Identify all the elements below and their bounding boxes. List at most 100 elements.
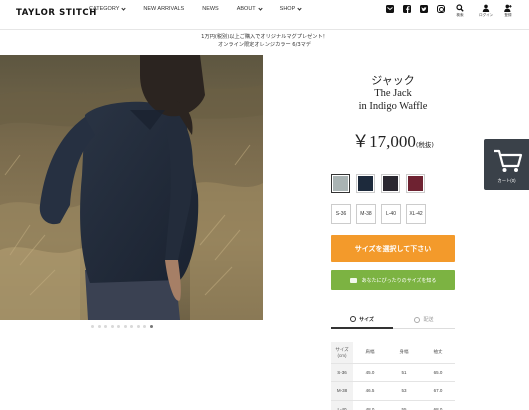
table-cell: 53 xyxy=(387,381,421,401)
site-logo[interactable]: TAYLOR STITCH xyxy=(16,8,97,18)
search-button[interactable]: 検索 xyxy=(456,4,464,18)
carousel-dot[interactable] xyxy=(97,325,101,328)
ruler-icon xyxy=(349,277,357,283)
color-swatch[interactable] xyxy=(406,174,425,193)
promo-line-1: 1万円(税別)以上ご購入でオリジナルマグプレゼント！ xyxy=(201,34,328,40)
chevron-down-icon xyxy=(297,5,302,11)
carousel-dot[interactable] xyxy=(136,325,140,328)
size-option-l40[interactable]: L-40 xyxy=(381,204,401,224)
carousel-dot[interactable] xyxy=(123,325,127,328)
find-my-size-button[interactable]: あなたにぴったりのサイズを知る xyxy=(331,270,455,290)
color-swatch[interactable] xyxy=(356,174,375,193)
table-cell: L-40 xyxy=(331,400,353,410)
nav-news[interactable]: NEWS xyxy=(202,6,219,12)
ruler-icon xyxy=(350,316,357,322)
tab-size-label: サイズ xyxy=(359,316,374,323)
table-row: S-36 45.0 51 65.0 xyxy=(331,363,455,382)
nav-category-label: CATEGORY xyxy=(89,6,120,12)
main-nav: CATEGORY NEW ARRIVALS NEWS ABOUT SHOP xyxy=(89,0,319,18)
search-icon xyxy=(456,4,464,12)
color-swatch[interactable] xyxy=(381,174,400,193)
size-option-s36[interactable]: S-36 xyxy=(331,204,351,224)
swatch-shirt-image xyxy=(358,176,373,191)
size-chart-table: サイズ (cm) 肩幅 身幅 袖丈 S-36 45.0 51 65.0 M-38… xyxy=(331,342,455,410)
product-title-en-line-1: The Jack xyxy=(374,88,412,99)
nav-category[interactable]: CATEGORY xyxy=(89,5,126,12)
image-carousel-dots xyxy=(91,325,156,328)
table-row: L-40 48.0 55 68.0 xyxy=(331,400,455,410)
table-cell: 55 xyxy=(387,400,421,410)
tab-size[interactable]: サイズ xyxy=(331,311,393,329)
price-tax-note: (税抜) xyxy=(415,141,434,149)
table-row: M-38 46.5 53 67.0 xyxy=(331,381,455,401)
size-chart-header: サイズ (cm) xyxy=(331,342,353,364)
color-swatches xyxy=(331,174,431,193)
carousel-dot[interactable] xyxy=(104,325,107,328)
size-selector: S-36 M-38 L-40 XL-42 xyxy=(331,204,431,224)
size-option-m38[interactable]: M-38 xyxy=(356,204,376,224)
tab-shipping-label: 配送 xyxy=(423,317,434,323)
carousel-dot[interactable] xyxy=(143,325,146,328)
nav-shop-label: SHOP xyxy=(279,6,296,12)
cart-icon xyxy=(494,149,523,172)
product-title-en: The Jack in Indigo Waffle xyxy=(318,87,468,113)
tab-shipping[interactable]: 配送 xyxy=(393,311,455,329)
product-title-en-line-2: in Indigo Waffle xyxy=(358,101,428,112)
nav-new-arrivals[interactable]: NEW ARRIVALS xyxy=(143,6,184,12)
nav-shop[interactable]: SHOP xyxy=(279,5,302,12)
cart-label: カート(0) xyxy=(497,178,516,183)
email-icon[interactable] xyxy=(386,5,394,13)
size-chart-header: 肩幅 xyxy=(353,342,387,364)
product-price: ￥17,000(税抜) xyxy=(318,127,468,152)
carousel-dot[interactable] xyxy=(110,325,114,328)
size-chart-header: 袖丈 xyxy=(421,342,455,364)
size-chart-header-row: サイズ (cm) 肩幅 身幅 袖丈 xyxy=(331,342,455,364)
table-cell: M-38 xyxy=(331,381,353,401)
table-cell: 48.0 xyxy=(353,400,387,410)
social-links xyxy=(386,5,454,13)
swatch-shirt-image xyxy=(383,176,398,191)
table-cell: 68.0 xyxy=(421,400,455,410)
user-icon xyxy=(482,4,490,12)
nav-news-label: NEWS xyxy=(202,6,219,12)
site-header: TAYLOR STITCH CATEGORY NEW ARRIVALS NEWS… xyxy=(0,0,529,30)
carousel-dot[interactable] xyxy=(91,325,94,328)
chevron-down-icon xyxy=(121,5,126,11)
nav-about[interactable]: ABOUT xyxy=(236,5,263,12)
chevron-down-icon xyxy=(258,5,263,11)
product-info-tabs: サイズ 配送 xyxy=(331,311,455,329)
product-photo xyxy=(0,55,263,320)
size-option-xl42[interactable]: XL-42 xyxy=(406,204,426,224)
add-user-icon xyxy=(504,4,512,12)
select-size-button[interactable]: サイズを選択して下さい xyxy=(331,235,455,262)
nav-about-label: ABOUT xyxy=(236,6,256,12)
register-label: 登録 xyxy=(504,13,512,17)
table-cell: 51 xyxy=(387,363,421,382)
swatch-shirt-image xyxy=(408,176,423,191)
register-button[interactable]: 登録 xyxy=(504,4,512,18)
table-cell: S-36 xyxy=(331,363,353,382)
size-chart-header: 身幅 xyxy=(387,342,421,364)
table-cell: 67.0 xyxy=(421,381,455,401)
carousel-dot[interactable] xyxy=(149,325,153,328)
search-label: 検索 xyxy=(456,13,464,17)
truck-icon xyxy=(414,316,421,323)
twitter-icon[interactable] xyxy=(420,5,428,13)
swatch-shirt-image xyxy=(333,176,348,191)
carousel-dot[interactable] xyxy=(130,325,133,328)
table-cell: 46.5 xyxy=(353,381,387,401)
carousel-dot[interactable] xyxy=(117,325,120,328)
instagram-icon[interactable] xyxy=(437,5,445,13)
price-value: ￥17,000 xyxy=(352,132,416,151)
cart-button[interactable]: カート(0) xyxy=(484,139,529,190)
product-title-jp: ジャック xyxy=(371,74,415,87)
login-button[interactable]: ログイン xyxy=(479,4,493,18)
promo-banner: 1万円(税別)以上ご購入でオリジナルマグプレゼント！ オンライン限定オレンジカラ… xyxy=(0,33,529,49)
table-cell: 65.0 xyxy=(421,363,455,382)
table-cell: 45.0 xyxy=(353,363,387,382)
product-image[interactable] xyxy=(0,55,263,320)
color-swatch[interactable] xyxy=(331,174,350,193)
promo-line-2: オンライン限定オレンジカラー 6/3マデ xyxy=(218,42,311,48)
login-label: ログイン xyxy=(479,13,494,17)
facebook-icon[interactable] xyxy=(403,5,411,13)
